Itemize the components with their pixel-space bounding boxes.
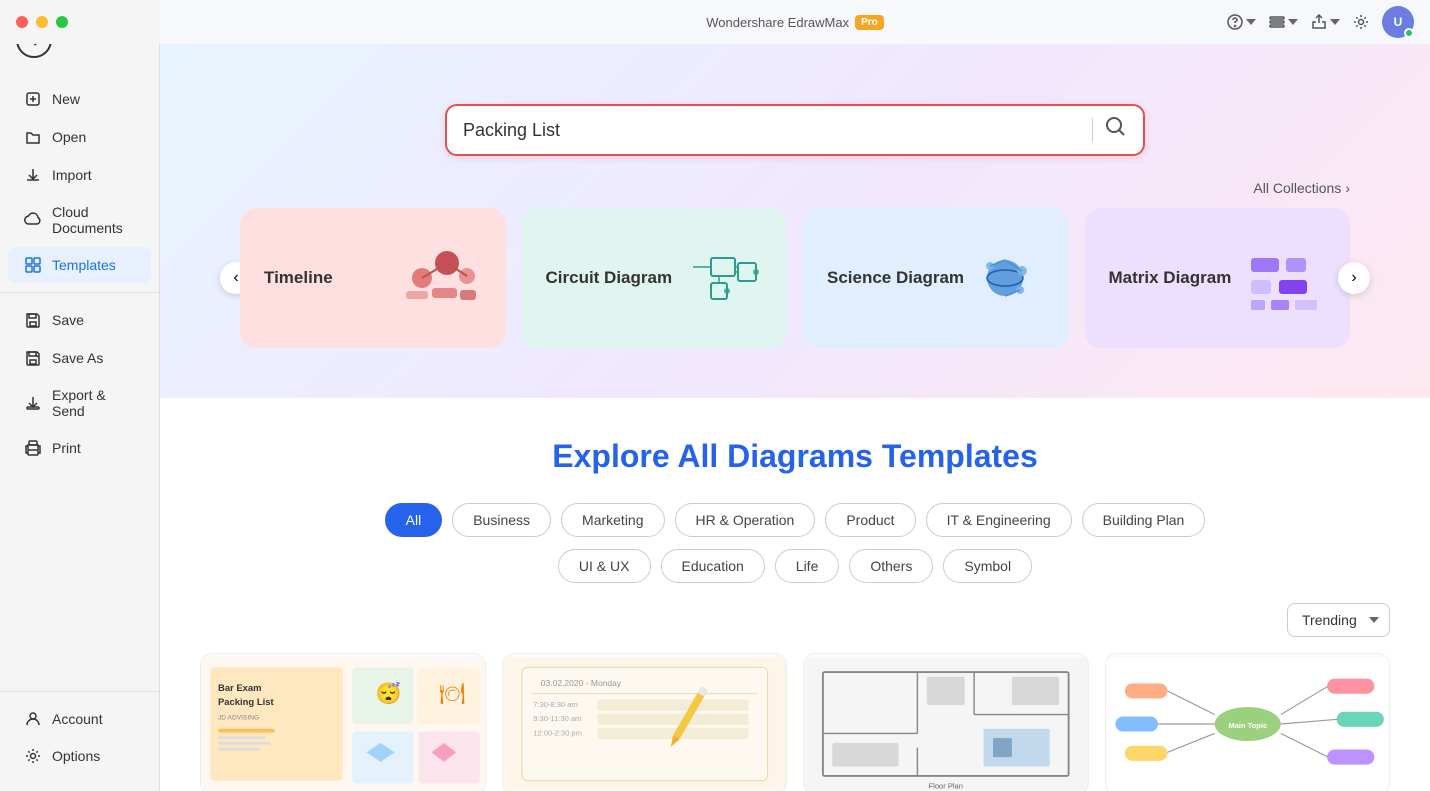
sidebar: New Open Import Cloud Documents [0,0,160,791]
avatar[interactable]: U [1382,6,1414,38]
carousel-item-matrix[interactable]: Matrix Diagram [1085,208,1351,348]
sidebar-nav: New Open Import Cloud Documents [0,72,159,691]
search-input[interactable] [463,120,1080,141]
filter-building[interactable]: Building Plan [1082,503,1206,537]
main-content: Wondershare EdrawMax Pro [160,0,1430,791]
svg-text:9:30-11:30 am: 9:30-11:30 am [533,714,581,723]
carousel-next-button[interactable]: › [1338,262,1370,294]
sort-select[interactable]: Trending Newest Popular [1287,603,1390,637]
hero-section: All Collections › ‹ Timeline [160,44,1430,398]
svg-text:🍽: 🍽 [439,682,465,705]
sidebar-item-export[interactable]: Export & Send [8,378,151,428]
svg-text:Floor Plan: Floor Plan [929,781,963,790]
template-card-4[interactable]: Main Topic [1105,653,1391,791]
settings-button[interactable] [1352,13,1370,31]
sidebar-item-save[interactable]: Save [8,302,151,338]
filter-others[interactable]: Others [849,549,933,583]
filter-life[interactable]: Life [775,549,840,583]
help-button[interactable] [1226,13,1256,31]
sidebar-item-import[interactable]: Import [8,157,151,193]
sidebar-item-print[interactable]: Print [8,430,151,466]
maximize-button[interactable] [56,16,68,28]
template-card-img-4: Main Topic [1106,654,1390,791]
sidebar-item-templates[interactable]: Templates [8,247,151,283]
titlebar-icons: U [1226,6,1414,38]
template-card-3[interactable]: Floor Plan [803,653,1089,791]
svg-text:Main Topic: Main Topic [1228,721,1267,730]
filter-product[interactable]: Product [825,503,915,537]
share-button[interactable] [1310,13,1340,31]
filter-it[interactable]: IT & Engineering [926,503,1072,537]
window-controls [0,0,160,44]
titlebar: Wondershare EdrawMax Pro [160,0,1430,44]
filter-row-2: UI & UX Education Life Others Symbol [200,549,1390,583]
svg-text:12:00-2:30 pm: 12:00-2:30 pm [533,728,582,737]
sidebar-item-options[interactable]: Options [8,738,151,774]
svg-text:😴: 😴 [376,681,402,705]
sidebar-item-save-as[interactable]: Save As [8,340,151,376]
carousel-item-science[interactable]: Science Diagram [803,208,1069,348]
app-title: Wondershare EdrawMax Pro [706,15,884,30]
search-bar[interactable] [445,104,1145,156]
filter-education[interactable]: Education [661,549,765,583]
search-divider [1092,118,1093,142]
filter-business[interactable]: Business [452,503,551,537]
filter-all[interactable]: All [385,503,443,537]
close-button[interactable] [16,16,28,28]
carousel: Timeline Circuit Diagram [240,208,1350,348]
template-grid: Bar Exam Packing List JD ADVISING 😴 🍽 [200,653,1390,791]
svg-text:JD ADVISING: JD ADVISING [218,714,259,721]
content-area: Explore All Diagrams Templates All Busin… [160,398,1430,791]
collections-header: All Collections › [200,180,1390,196]
filter-marketing[interactable]: Marketing [561,503,664,537]
svg-text:Bar Exam: Bar Exam [218,683,262,694]
carousel-item-timeline[interactable]: Timeline [240,208,506,348]
svg-text:Packing List: Packing List [218,697,274,708]
svg-text:7:30-8:30 am: 7:30-8:30 am [533,700,577,709]
template-card-img-3: Floor Plan [804,654,1088,791]
sidebar-item-new[interactable]: New [8,81,151,117]
minimize-button[interactable] [36,16,48,28]
pro-badge: Pro [855,15,884,30]
sort-bar: Trending Newest Popular [200,603,1390,637]
sidebar-bottom: Account Options [0,691,159,791]
svg-text:03.02.2020 - Monday: 03.02.2020 - Monday [540,678,621,688]
template-card-img-2: 03.02.2020 - Monday 7:30-8:30 am 9:30-11… [503,654,787,791]
template-card-img-1: Bar Exam Packing List JD ADVISING 😴 🍽 [201,654,485,791]
search-button[interactable] [1105,116,1127,144]
filter-row-1: All Business Marketing HR & Operation Pr… [200,503,1390,537]
template-card-1[interactable]: Bar Exam Packing List JD ADVISING 😴 🍽 [200,653,486,791]
filter-hr[interactable]: HR & Operation [675,503,816,537]
toolbar-button[interactable] [1268,13,1298,31]
sidebar-item-account[interactable]: Account [8,701,151,737]
filter-uiux[interactable]: UI & UX [558,549,651,583]
filter-symbol[interactable]: Symbol [943,549,1032,583]
sidebar-item-cloud[interactable]: Cloud Documents [8,195,151,245]
explore-title: Explore All Diagrams Templates [200,438,1390,475]
carousel-item-circuit[interactable]: Circuit Diagram [522,208,788,348]
sidebar-item-open[interactable]: Open [8,119,151,155]
carousel-container: ‹ Timeline [200,208,1390,348]
template-card-2[interactable]: 03.02.2020 - Monday 7:30-8:30 am 9:30-11… [502,653,788,791]
all-collections-link[interactable]: All Collections › [1253,180,1350,196]
